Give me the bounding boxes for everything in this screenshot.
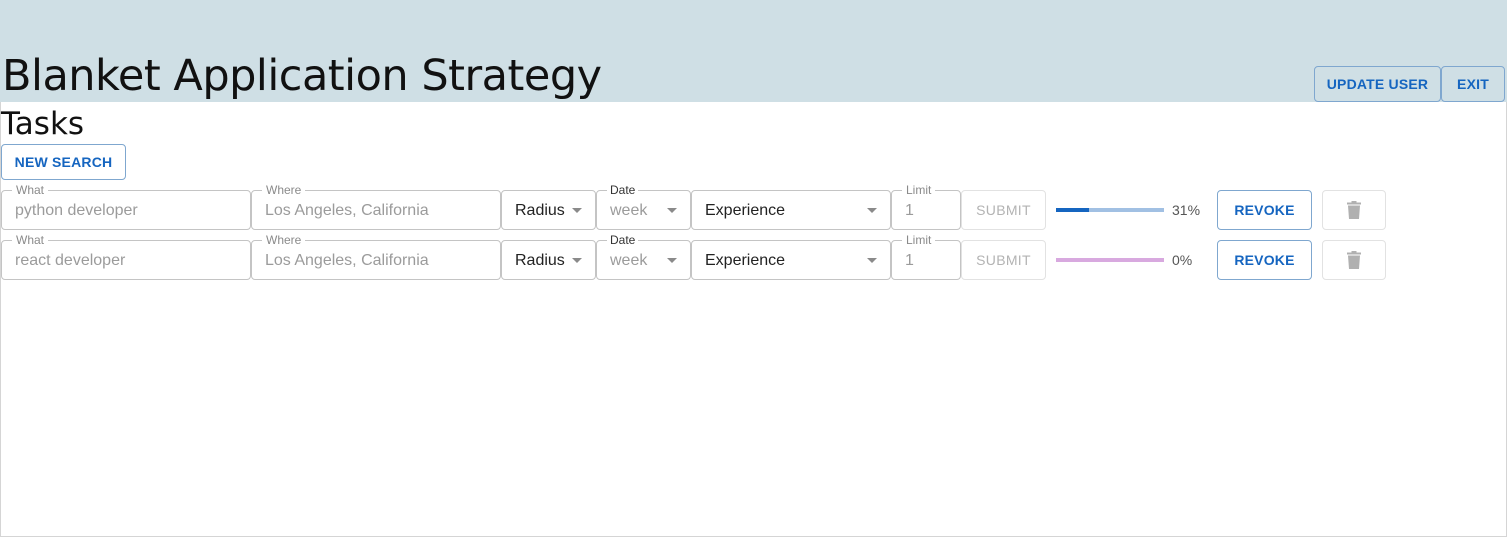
date-value: week <box>610 202 648 219</box>
chevron-down-icon <box>572 208 582 213</box>
progress-bar <box>1056 258 1164 262</box>
task-row: What react developer Where Los Angeles, … <box>0 233 1507 282</box>
what-label: What <box>12 233 49 247</box>
limit-value: 1 <box>905 202 914 219</box>
new-search-button[interactable]: NEW SEARCH <box>1 144 126 180</box>
date-label: Date <box>607 183 639 197</box>
limit-label: Limit <box>902 183 936 197</box>
date-label: Date <box>607 233 639 247</box>
date-value: week <box>610 252 648 269</box>
limit-value: 1 <box>905 252 914 269</box>
update-user-button[interactable]: UPDATE USER <box>1314 66 1441 102</box>
what-field[interactable]: What react developer <box>1 233 251 280</box>
experience-value: Experience <box>705 252 786 269</box>
app-header: Blanket Application Strategy UPDATE USER… <box>0 0 1507 102</box>
experience-select[interactable]: Experience <box>691 240 891 280</box>
delete-button[interactable] <box>1322 190 1386 230</box>
where-label: Where <box>262 183 306 197</box>
submit-button[interactable]: SUBMIT <box>961 240 1046 280</box>
chevron-down-icon <box>867 208 877 213</box>
experience-select[interactable]: Experience <box>691 190 891 230</box>
trash-icon <box>1347 251 1361 269</box>
experience-value: Experience <box>705 202 786 219</box>
revoke-button[interactable]: REVOKE <box>1217 240 1312 280</box>
what-field[interactable]: What python developer <box>1 183 251 230</box>
progress-percent: 0% <box>1172 252 1193 268</box>
what-value: react developer <box>15 252 126 269</box>
chevron-down-icon <box>667 258 677 263</box>
delete-button[interactable] <box>1322 240 1386 280</box>
where-label: Where <box>262 233 306 247</box>
app-title: Blanket Application Strategy <box>2 51 602 101</box>
exit-button[interactable]: EXIT <box>1441 66 1505 102</box>
limit-field[interactable]: Limit 1 <box>891 183 961 230</box>
progress-track <box>1056 258 1164 262</box>
progress-percent: 31% <box>1172 202 1201 218</box>
submit-button[interactable]: SUBMIT <box>961 190 1046 230</box>
what-label: What <box>12 183 49 197</box>
radius-select[interactable]: Radius <box>501 240 596 280</box>
where-field[interactable]: Where Los Angeles, California <box>251 233 501 280</box>
tasks-heading: Tasks <box>1 106 85 142</box>
radius-select[interactable]: Radius <box>501 190 596 230</box>
limit-label: Limit <box>902 233 936 247</box>
limit-field[interactable]: Limit 1 <box>891 233 961 280</box>
chevron-down-icon <box>867 258 877 263</box>
radius-value: Radius <box>515 252 565 269</box>
progress-bar <box>1056 208 1164 212</box>
where-field[interactable]: Where Los Angeles, California <box>251 183 501 230</box>
progress-fill <box>1056 208 1090 212</box>
trash-icon <box>1347 201 1361 219</box>
radius-value: Radius <box>515 202 565 219</box>
revoke-button[interactable]: REVOKE <box>1217 190 1312 230</box>
where-value: Los Angeles, California <box>265 202 429 219</box>
date-select[interactable]: Date week <box>596 233 691 280</box>
date-select[interactable]: Date week <box>596 183 691 230</box>
where-value: Los Angeles, California <box>265 252 429 269</box>
chevron-down-icon <box>667 208 677 213</box>
what-value: python developer <box>15 202 138 219</box>
task-row: What python developer Where Los Angeles,… <box>0 183 1507 232</box>
chevron-down-icon <box>572 258 582 263</box>
